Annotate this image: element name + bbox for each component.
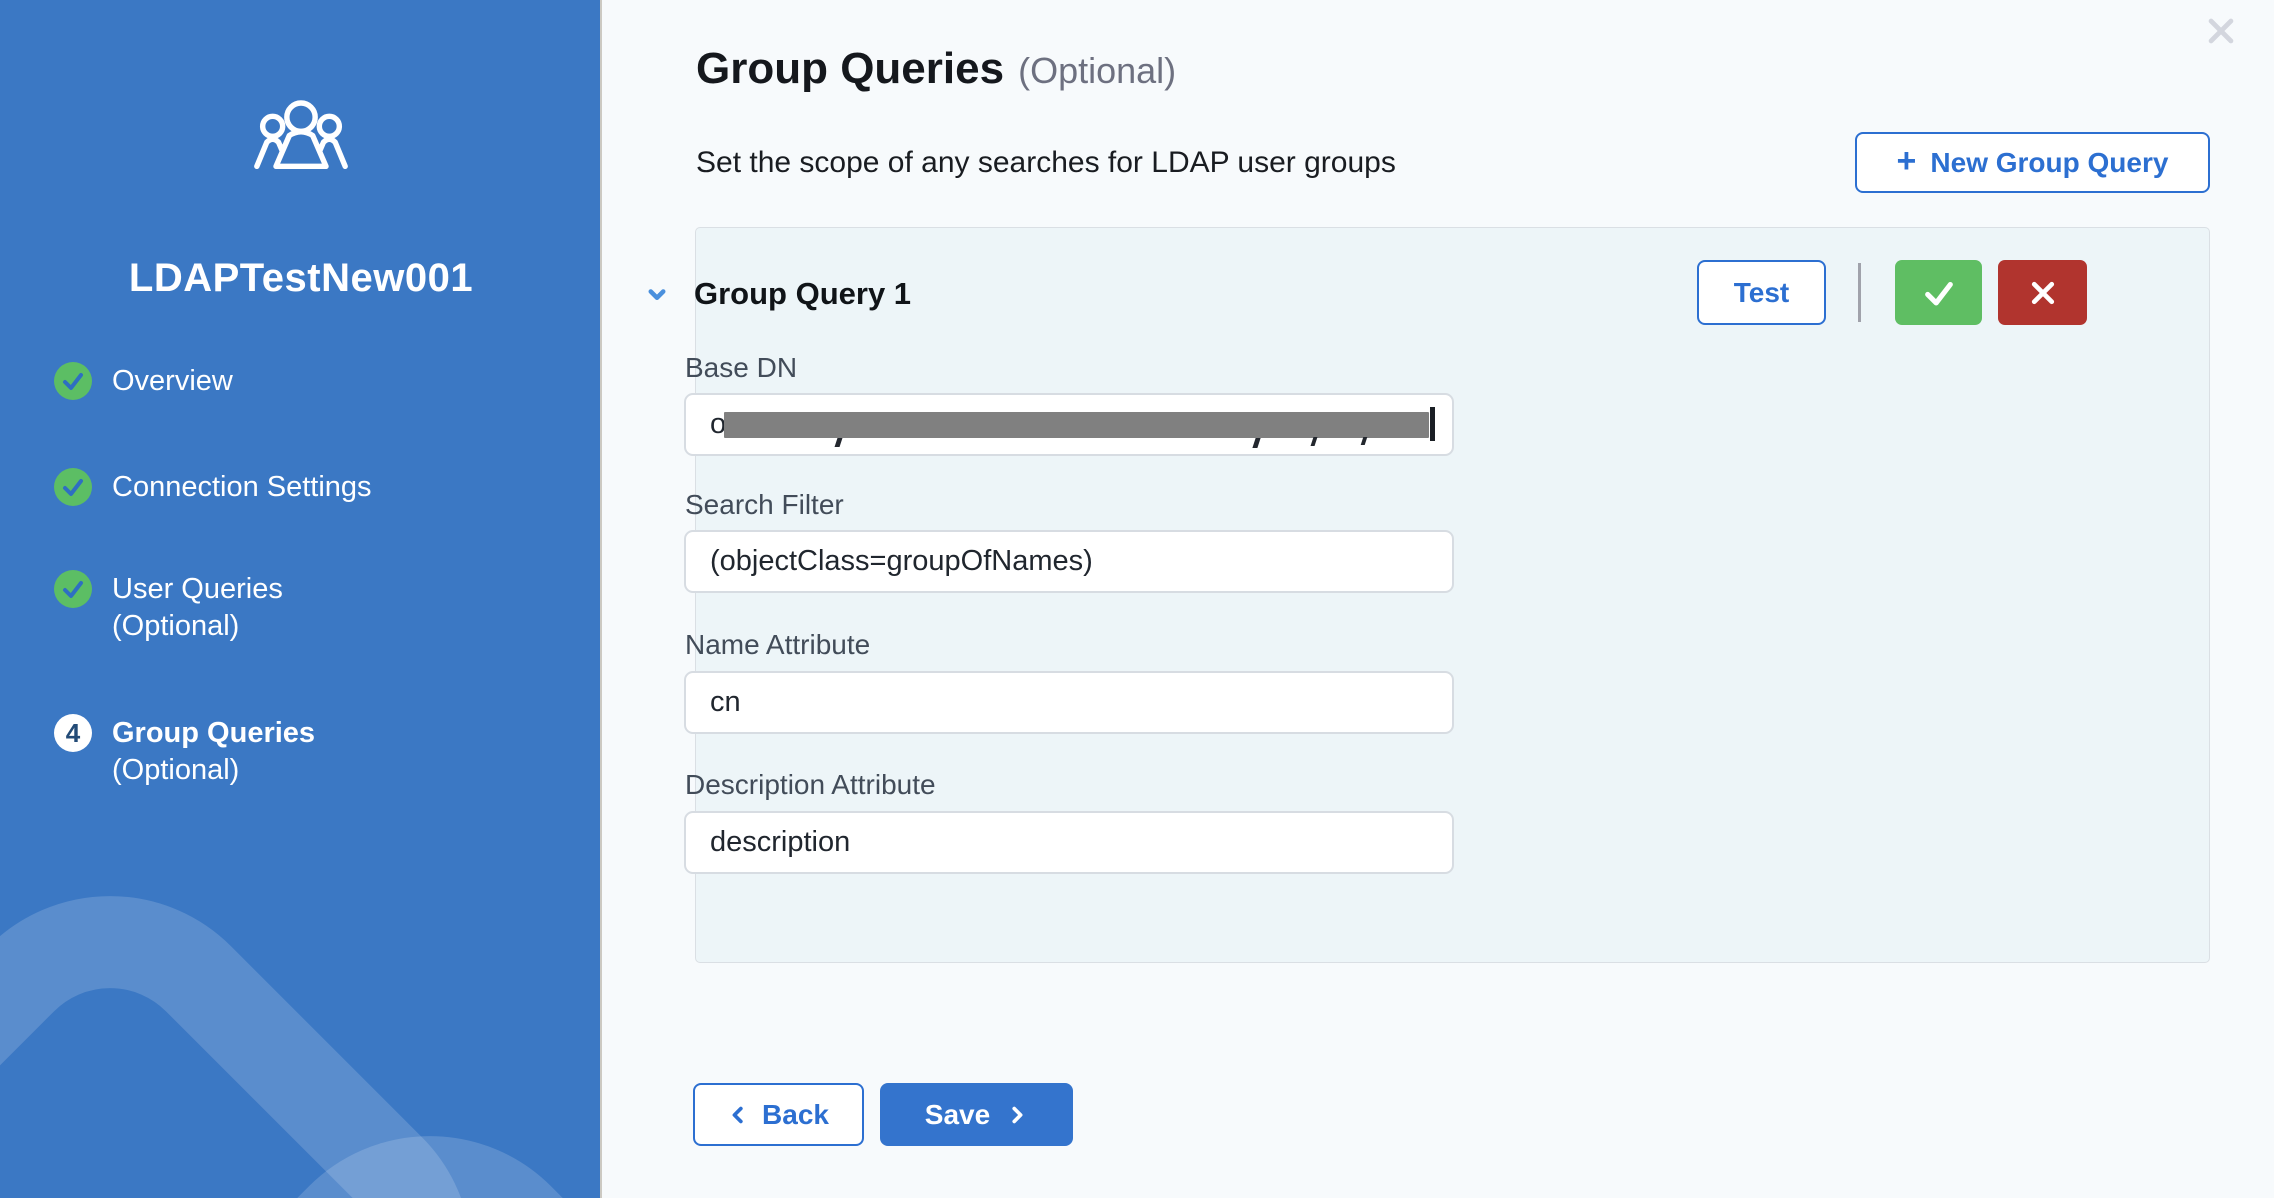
name-attribute-input[interactable] <box>684 671 1454 734</box>
new-group-query-label: New Group Query <box>1930 147 2168 179</box>
back-button[interactable]: Back <box>693 1083 864 1146</box>
name-attribute-label: Name Attribute <box>685 629 870 661</box>
save-label: Save <box>925 1099 990 1131</box>
step-number-badge: 4 <box>54 714 92 752</box>
step-label: User Queries <box>112 570 283 608</box>
connection-name: LDAPTestNew001 <box>0 256 602 301</box>
sidebar-step-user-queries[interactable]: User Queries (Optional) <box>54 570 283 644</box>
button-divider <box>1858 263 1861 322</box>
chevron-right-icon <box>1006 1102 1028 1128</box>
step-sublabel: (Optional) <box>112 752 315 788</box>
step-label: Group Queries <box>112 714 315 752</box>
page-title-text: Group Queries <box>696 44 1004 93</box>
sidebar-step-overview[interactable]: Overview <box>54 362 233 400</box>
search-filter-input[interactable] <box>684 530 1454 593</box>
delete-button[interactable] <box>1998 260 2087 325</box>
wizard-sidebar: LDAPTestNew001 Overview Connection Setti… <box>0 0 602 1198</box>
step-label: Connection Settings <box>112 468 372 506</box>
redaction-bar <box>724 412 1429 438</box>
step-complete-icon <box>54 362 92 400</box>
page-title-optional: (Optional) <box>1018 50 1176 91</box>
step-label: Overview <box>112 362 233 400</box>
people-group-icon <box>0 96 602 180</box>
group-query-header: Group Query 1 <box>642 276 911 312</box>
step-complete-icon <box>54 570 92 608</box>
save-button[interactable]: Save <box>880 1083 1073 1146</box>
chevron-left-icon <box>728 1102 750 1128</box>
chevron-down-icon[interactable] <box>642 279 672 309</box>
new-group-query-button[interactable]: + New Group Query <box>1855 132 2210 193</box>
step-sublabel: (Optional) <box>112 608 283 644</box>
test-button[interactable]: Test <box>1697 260 1826 325</box>
sidebar-step-group-queries[interactable]: 4 Group Queries (Optional) <box>54 714 315 788</box>
x-icon <box>2028 278 2058 308</box>
group-query-title: Group Query 1 <box>694 276 911 312</box>
logo-watermark <box>0 598 602 1198</box>
description-attribute-input[interactable] <box>684 811 1454 874</box>
close-icon[interactable] <box>2204 14 2238 48</box>
step-complete-icon <box>54 468 92 506</box>
page-title: Group Queries (Optional) <box>696 44 1176 94</box>
base-dn-label: Base DN <box>685 352 797 384</box>
search-filter-label: Search Filter <box>685 489 844 521</box>
sidebar-step-connection-settings[interactable]: Connection Settings <box>54 468 372 506</box>
page-subtitle: Set the scope of any searches for LDAP u… <box>696 146 1396 180</box>
ldap-wizard-modal: LDAPTestNew001 Overview Connection Setti… <box>0 0 2274 1198</box>
check-icon <box>1922 276 1956 310</box>
base-dn-input[interactable]: o <box>684 393 1454 456</box>
main-panel: Group Queries (Optional) Set the scope of… <box>604 0 2274 1198</box>
confirm-button[interactable] <box>1895 260 1982 325</box>
description-attribute-label: Description Attribute <box>685 769 936 801</box>
back-label: Back <box>762 1099 829 1131</box>
